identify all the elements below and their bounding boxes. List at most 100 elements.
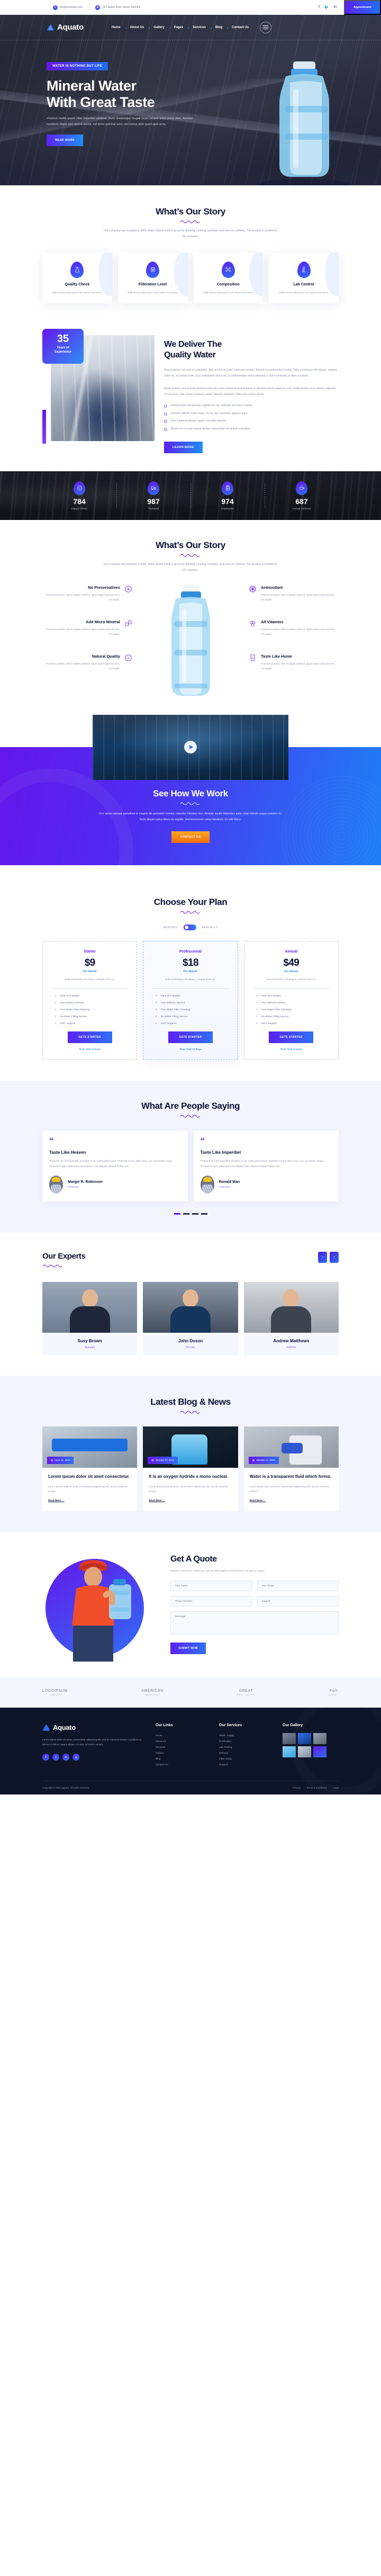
smiley-icon [74, 481, 85, 495]
footer-service-link[interactable]: Water Supply [219, 1733, 275, 1739]
nav-item-about-us[interactable]: About Us [125, 26, 149, 29]
expert-card[interactable]: Andrew Matthews Switcher [243, 1281, 339, 1356]
deliver-learn-more-button[interactable]: LEARN MORE [164, 442, 203, 454]
contact-us-button[interactable]: CONTACT US [171, 831, 210, 843]
nav-item-services[interactable]: Services [188, 26, 211, 29]
blog-post-card[interactable]: ▤ June 12, 2021 Lorem ipsum dolor sit ame… [42, 1426, 138, 1511]
pricing-plan-annual[interactable]: Annual $49 Per Month Nulla scelerisque e… [243, 941, 339, 1060]
footer-link[interactable]: Home [156, 1733, 212, 1739]
testimonials-section: What Are People Saying “ Taste Like Heav… [0, 1081, 381, 1233]
pagination-dot-2[interactable] [183, 1213, 189, 1215]
quote-email-input[interactable] [257, 1581, 339, 1592]
nav-item-gallery[interactable]: Gallery [149, 26, 169, 29]
footer-link[interactable]: Contact Us [156, 1762, 212, 1768]
nav-item-home[interactable]: Home [107, 26, 125, 29]
footer-link[interactable]: About Us [156, 1739, 212, 1745]
micro-mineral-icon [125, 620, 132, 626]
glass-water-icon [250, 654, 255, 661]
expert-card[interactable]: John Doson Director [143, 1281, 238, 1356]
gallery-thumb[interactable] [298, 1746, 311, 1757]
gallery-thumb[interactable] [313, 1746, 326, 1757]
gallery-thumb[interactable] [313, 1733, 326, 1744]
nav-item-pages[interactable]: Pages [169, 26, 188, 29]
twitter-icon[interactable]: t [52, 1754, 59, 1761]
site-logo[interactable]: Aquato [47, 23, 84, 32]
footer-legal-link-privacy[interactable]: Privacy [293, 1787, 301, 1789]
blog-post-read-more-link[interactable]: Read More → [48, 1500, 65, 1502]
plan-name: Professional [179, 950, 202, 954]
footer-legal-link-terms[interactable]: Terms & Conditions [306, 1787, 327, 1789]
top-bar-email[interactable]: ✉ info@example.com [47, 5, 89, 10]
pricing-plan-professional[interactable]: Professional $18 Per Month Nulla sceleri… [143, 941, 238, 1060]
features-subtitle: Our company was founded in 2008. Water B… [104, 563, 277, 572]
molecule-icon [221, 261, 235, 278]
quote-message-textarea[interactable] [170, 1611, 339, 1635]
blog-post-read-more-link[interactable]: Read More → [149, 1500, 165, 1502]
quote-name-input[interactable] [170, 1581, 252, 1592]
expert-photo [42, 1281, 138, 1333]
footer-link[interactable]: Blog [156, 1756, 212, 1762]
chevron-right-icon[interactable]: › [330, 1251, 339, 1263]
footer-link[interactable]: Services [156, 1745, 212, 1751]
appointment-button[interactable]: Appointment [344, 0, 381, 15]
quote-submit-button[interactable]: SUBMIT NOW [170, 1642, 206, 1655]
story-card[interactable]: Quality Check Nulla lacinia odio purus, … [42, 252, 112, 304]
blog-post-card[interactable]: ▤ January 21, 2021 It is an oxygen hydrid… [143, 1426, 238, 1511]
plan-get-started-button[interactable]: GETS STARTED [168, 1031, 213, 1044]
video-thumbnail[interactable] [93, 714, 288, 780]
footer-service-link[interactable]: Lab Testing [219, 1745, 275, 1751]
expert-card[interactable]: Susy Brown Manager [42, 1281, 138, 1356]
pagination-dot-4[interactable] [201, 1213, 207, 1215]
hamburger-menu-icon[interactable] [259, 21, 271, 33]
plan-get-started-button[interactable]: GETS STARTED [67, 1031, 112, 1044]
deliver-content: We Deliver The Quality Water Donec dictu… [164, 329, 339, 454]
facebook-icon[interactable]: f [42, 1754, 49, 1761]
footer-legal-link-legal[interactable]: Legal [333, 1787, 339, 1789]
tick-text: Vivamus efficitur mollis turpis. Ut nec … [170, 411, 248, 415]
footer-links-title: Our Links [156, 1723, 173, 1727]
expert-role: Director [186, 1345, 195, 1349]
play-button-icon[interactable] [184, 741, 197, 754]
footer-service-link[interactable]: Delivery [219, 1751, 275, 1756]
top-bar-address[interactable]: ◉ 12/7 Aabot, Poor Street, Mumbai [88, 2, 147, 12]
feature-item: All Vitamins Praesent porttitor, velit e… [249, 620, 339, 637]
footer-logo[interactable]: Aquato [42, 1724, 148, 1731]
hero-read-more-button[interactable]: READ MORE [47, 134, 84, 146]
nav-item-contact-us[interactable]: Contact Us [227, 26, 253, 29]
chevron-left-icon[interactable]: ‹ [318, 1251, 327, 1263]
footer-service-link[interactable]: Purification [219, 1739, 275, 1745]
pagination-dot-3[interactable] [192, 1213, 198, 1215]
quote-subject-input[interactable] [257, 1596, 339, 1607]
quote-phone-input[interactable] [170, 1596, 252, 1607]
hero-title-line1: Mineral Water [47, 78, 137, 94]
experience-label-line2: Experience [54, 351, 72, 354]
story-card[interactable]: Lab Control Nulla lacinia odio purus, se… [269, 252, 339, 304]
linkedin-icon[interactable]: in [334, 5, 337, 10]
footer-service-link[interactable]: Filter Setup [219, 1756, 275, 1762]
linkedin-icon[interactable]: in [62, 1754, 69, 1761]
nav-item-blog[interactable]: Blog [210, 26, 227, 29]
gallery-thumb[interactable] [283, 1746, 296, 1757]
blog-post-card[interactable]: ▤ January 21, 2021 Water is a transparent… [243, 1426, 339, 1511]
plan-feature-text: 24X7 Support [60, 1022, 76, 1025]
story-card[interactable]: Composition Nulla lacinia odio purus, se… [193, 252, 264, 304]
twitter-icon[interactable]: 🐦 [324, 5, 329, 10]
footer-link[interactable]: Gallery [156, 1751, 212, 1756]
instagram-icon[interactable]: ◎ [72, 1754, 79, 1761]
story-card-text: Nulla lacinia odio purus, sed varius ero… [128, 291, 178, 294]
footer-service-link[interactable]: Support [219, 1762, 275, 1768]
blog-post-excerpt: Lorem ipsum dolor sit amet, consectetur … [48, 1485, 128, 1493]
deliver-paragraph-2: Morbi pretium, nisl sit amet placerat im… [164, 387, 336, 397]
story-card[interactable]: Filteration Level Nulla lacinia odio pur… [117, 252, 188, 304]
plan-get-started-button[interactable]: GETS STARTED [269, 1031, 314, 1044]
brand-name: AMERICAN [141, 1689, 164, 1693]
blog-post-read-more-link[interactable]: Read More → [250, 1500, 266, 1502]
pricing-plan-starter[interactable]: Starter $9 Per Month Nulla scelerisque e… [42, 941, 138, 1060]
plan-price: $18 [183, 957, 199, 969]
gallery-thumb[interactable] [283, 1733, 296, 1744]
facebook-icon[interactable]: f [319, 5, 320, 10]
billing-toggle-switch[interactable] [183, 925, 196, 931]
pagination-dot-1[interactable] [174, 1213, 180, 1215]
counter-number: 687 [295, 497, 308, 506]
gallery-thumb[interactable] [298, 1733, 311, 1744]
